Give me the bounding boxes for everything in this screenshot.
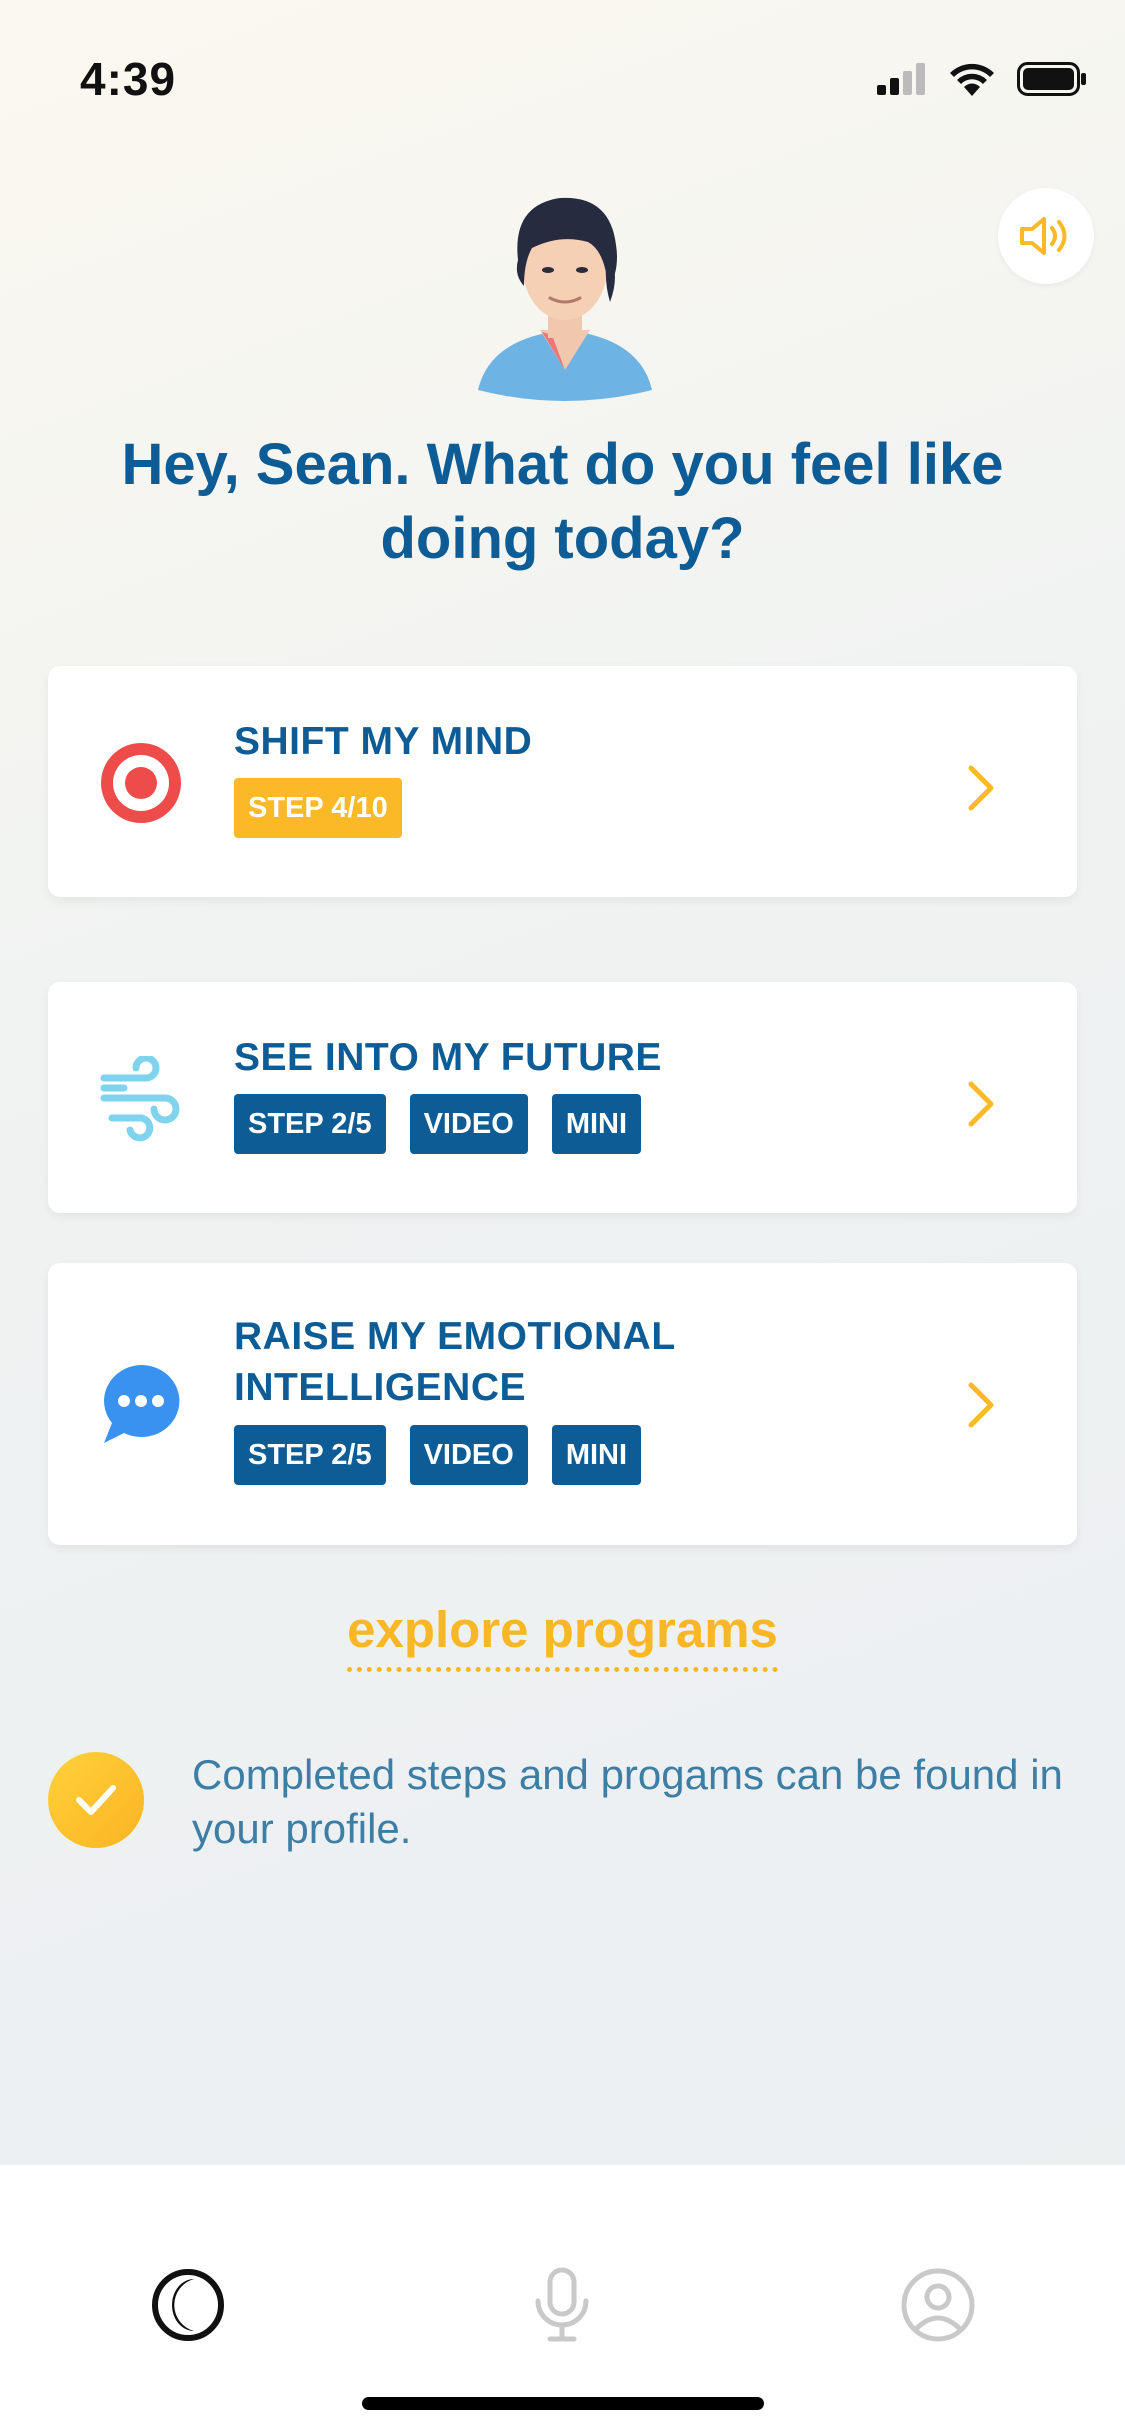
home-icon xyxy=(152,2269,224,2341)
card-title: RAISE MY EMOTIONAL INTELLIGENCE xyxy=(234,1315,675,1409)
card-tags: STEP 4/10 xyxy=(234,778,402,838)
card-title: SEE INTO MY FUTURE xyxy=(234,1036,662,1079)
microphone-icon xyxy=(535,2267,589,2342)
chat-bubble-icon xyxy=(104,1364,180,1443)
coach-avatar xyxy=(478,197,652,401)
tab-microphone[interactable] xyxy=(522,2265,602,2345)
mini-badge: MINI xyxy=(551,1094,642,1154)
check-circle-icon xyxy=(48,1752,144,1848)
card-tags: STEP 2/5 VIDEO MINI xyxy=(234,1425,642,1485)
program-card-shift-my-mind[interactable]: SHIFT MY MIND STEP 4/10 xyxy=(48,666,1077,897)
program-card-raise-my-emotional-intelligence[interactable]: RAISE MY EMOTIONAL INTELLIGENCE STEP 2/5… xyxy=(48,1263,1077,1545)
status-bar: 4:39 xyxy=(0,0,1125,150)
step-badge: STEP 2/5 xyxy=(234,1425,386,1485)
chevron-right-icon xyxy=(968,1382,994,1428)
home-indicator[interactable] xyxy=(362,2397,764,2410)
checkmark-icon xyxy=(76,1785,116,1815)
cellular-signal-icon xyxy=(877,63,925,95)
step-badge: STEP 2/5 xyxy=(234,1094,386,1154)
chevron-right-icon xyxy=(968,765,994,811)
status-icons xyxy=(877,62,1087,96)
chevron-right-icon xyxy=(968,1081,994,1127)
card-title: SHIFT MY MIND xyxy=(234,720,533,763)
target-icon xyxy=(101,743,181,823)
tab-profile[interactable] xyxy=(898,2265,978,2345)
card-tags: STEP 2/5 VIDEO MINI xyxy=(234,1094,642,1154)
speaker-icon xyxy=(1020,217,1067,255)
step-badge: STEP 4/10 xyxy=(234,778,402,838)
video-badge: VIDEO xyxy=(409,1094,528,1154)
explore-container: explore programs xyxy=(0,1600,1125,1672)
sound-button[interactable] xyxy=(998,188,1094,284)
tab-home[interactable] xyxy=(148,2265,228,2345)
completed-info-text: Completed steps and progams can be found… xyxy=(192,1751,1063,1852)
wifi-icon xyxy=(950,63,994,96)
explore-programs-link[interactable]: explore programs xyxy=(347,1600,778,1672)
profile-icon xyxy=(901,2268,975,2342)
status-time: 4:39 xyxy=(80,53,177,105)
wind-icon xyxy=(100,1056,180,1142)
greeting-heading: Hey, Sean. What do you feel like doing t… xyxy=(121,432,1004,571)
video-badge: VIDEO xyxy=(409,1425,528,1485)
battery-icon xyxy=(1017,62,1086,96)
program-card-see-into-my-future[interactable]: SEE INTO MY FUTURE STEP 2/5 VIDEO MINI xyxy=(48,982,1077,1213)
mini-badge: MINI xyxy=(551,1425,642,1485)
